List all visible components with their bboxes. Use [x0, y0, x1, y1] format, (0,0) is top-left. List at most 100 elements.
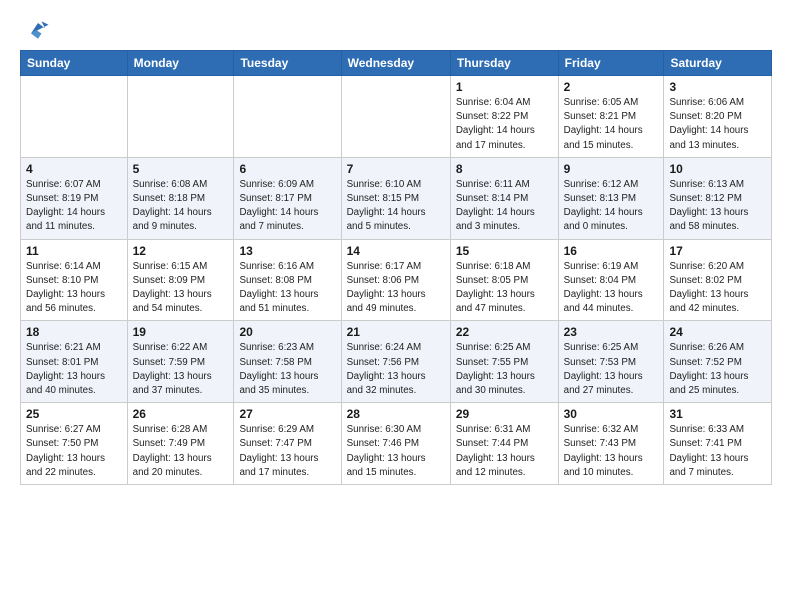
calendar-day-cell: 3Sunrise: 6:06 AM Sunset: 8:20 PM Daylig… — [664, 76, 772, 158]
day-number: 12 — [133, 244, 229, 258]
calendar-day-cell: 20 Sunrise: 6:23 AM Sunset: 7:58 PM Dayli… — [234, 321, 341, 403]
calendar-day-cell: 15 Sunrise: 6:18 AM Sunset: 8:05 PM Dayli… — [450, 239, 558, 321]
calendar-day-cell: 31 Sunrise: 6:33 AM Sunset: 7:41 PM Dayli… — [664, 403, 772, 485]
calendar-day-cell: 13Sunrise: 6:16 AM Sunset: 8:08 PM Dayli… — [234, 239, 341, 321]
day-info: Sunrise: 6:05 AM Sunset: 8:21 PM Dayligh… — [564, 96, 659, 153]
calendar-header-cell: Thursday — [450, 51, 558, 76]
calendar-week-row: 11 Sunrise: 6:14 AM Sunset: 8:10 PM Dayli… — [21, 239, 772, 321]
calendar-header-cell: Wednesday — [341, 51, 450, 76]
calendar-day-cell: 9Sunrise: 6:12 AM Sunset: 8:13 PM Daylig… — [558, 157, 664, 239]
day-info: Sunrise: 6:09 AM Sunset: 8:17 PM Dayligh… — [239, 178, 335, 235]
day-number: 19 — [133, 325, 229, 339]
day-number: 24 — [669, 325, 766, 339]
day-info: Sunrise: 6:15 AM Sunset: 8:09 PM Dayligh… — [133, 260, 229, 317]
day-info: Sunrise: 6:04 AM Sunset: 8:22 PM Dayligh… — [456, 96, 553, 153]
calendar-day-cell: 27 Sunrise: 6:29 AM Sunset: 7:47 PM Dayli… — [234, 403, 341, 485]
calendar-day-cell: 14Sunrise: 6:17 AM Sunset: 8:06 PM Dayli… — [341, 239, 450, 321]
calendar-day-cell: 2 Sunrise: 6:05 AM Sunset: 8:21 PM Daylig… — [558, 76, 664, 158]
day-info: Sunrise: 6:08 AM Sunset: 8:18 PM Dayligh… — [133, 178, 229, 235]
calendar-day-cell: 22 Sunrise: 6:25 AM Sunset: 7:55 PM Dayli… — [450, 321, 558, 403]
day-number: 11 — [26, 244, 122, 258]
day-number: 28 — [347, 407, 445, 421]
day-info: Sunrise: 6:30 AM Sunset: 7:46 PM Dayligh… — [347, 423, 445, 480]
calendar-day-cell: 10 Sunrise: 6:13 AM Sunset: 8:12 PM Dayli… — [664, 157, 772, 239]
day-number: 1 — [456, 80, 553, 94]
day-number: 21 — [347, 325, 445, 339]
day-info: Sunrise: 6:31 AM Sunset: 7:44 PM Dayligh… — [456, 423, 553, 480]
calendar-day-cell: 12 Sunrise: 6:15 AM Sunset: 8:09 PM Dayli… — [127, 239, 234, 321]
calendar-day-cell: 30Sunrise: 6:32 AM Sunset: 7:43 PM Dayli… — [558, 403, 664, 485]
calendar-day-cell: 8Sunrise: 6:11 AM Sunset: 8:14 PM Daylig… — [450, 157, 558, 239]
day-info: Sunrise: 6:24 AM Sunset: 7:56 PM Dayligh… — [347, 341, 445, 398]
day-info: Sunrise: 6:11 AM Sunset: 8:14 PM Dayligh… — [456, 178, 553, 235]
calendar-day-cell: 6 Sunrise: 6:09 AM Sunset: 8:17 PM Daylig… — [234, 157, 341, 239]
day-info: Sunrise: 6:23 AM Sunset: 7:58 PM Dayligh… — [239, 341, 335, 398]
day-number: 6 — [239, 162, 335, 176]
calendar-week-row: 18 Sunrise: 6:21 AM Sunset: 8:01 PM Dayli… — [21, 321, 772, 403]
day-number: 7 — [347, 162, 445, 176]
logo — [20, 16, 52, 44]
calendar-day-cell: 18 Sunrise: 6:21 AM Sunset: 8:01 PM Dayli… — [21, 321, 128, 403]
day-number: 17 — [669, 244, 766, 258]
calendar-day-cell: 24 Sunrise: 6:26 AM Sunset: 7:52 PM Dayli… — [664, 321, 772, 403]
logo-icon — [24, 16, 52, 44]
day-number: 9 — [564, 162, 659, 176]
calendar-day-cell: 21 Sunrise: 6:24 AM Sunset: 7:56 PM Dayli… — [341, 321, 450, 403]
day-number: 5 — [133, 162, 229, 176]
calendar-day-cell: 29 Sunrise: 6:31 AM Sunset: 7:44 PM Dayli… — [450, 403, 558, 485]
day-number: 10 — [669, 162, 766, 176]
day-info: Sunrise: 6:07 AM Sunset: 8:19 PM Dayligh… — [26, 178, 122, 235]
day-info: Sunrise: 6:17 AM Sunset: 8:06 PM Dayligh… — [347, 260, 445, 317]
day-info: Sunrise: 6:19 AM Sunset: 8:04 PM Dayligh… — [564, 260, 659, 317]
calendar-day-cell: 1 Sunrise: 6:04 AM Sunset: 8:22 PM Daylig… — [450, 76, 558, 158]
calendar-day-cell: 19 Sunrise: 6:22 AM Sunset: 7:59 PM Dayli… — [127, 321, 234, 403]
day-info: Sunrise: 6:13 AM Sunset: 8:12 PM Dayligh… — [669, 178, 766, 235]
day-number: 2 — [564, 80, 659, 94]
day-info: Sunrise: 6:18 AM Sunset: 8:05 PM Dayligh… — [456, 260, 553, 317]
day-info: Sunrise: 6:25 AM Sunset: 7:53 PM Dayligh… — [564, 341, 659, 398]
calendar-day-cell — [21, 76, 128, 158]
day-info: Sunrise: 6:21 AM Sunset: 8:01 PM Dayligh… — [26, 341, 122, 398]
day-number: 27 — [239, 407, 335, 421]
calendar-day-cell: 5 Sunrise: 6:08 AM Sunset: 8:18 PM Daylig… — [127, 157, 234, 239]
calendar-header-cell: Sunday — [21, 51, 128, 76]
day-number: 22 — [456, 325, 553, 339]
calendar-week-row: 25 Sunrise: 6:27 AM Sunset: 7:50 PM Dayli… — [21, 403, 772, 485]
day-number: 30 — [564, 407, 659, 421]
day-info: Sunrise: 6:25 AM Sunset: 7:55 PM Dayligh… — [456, 341, 553, 398]
day-number: 15 — [456, 244, 553, 258]
calendar-day-cell: 11 Sunrise: 6:14 AM Sunset: 8:10 PM Dayli… — [21, 239, 128, 321]
calendar-day-cell: 17 Sunrise: 6:20 AM Sunset: 8:02 PM Dayli… — [664, 239, 772, 321]
calendar-day-cell: 26Sunrise: 6:28 AM Sunset: 7:49 PM Dayli… — [127, 403, 234, 485]
calendar-week-row: 4Sunrise: 6:07 AM Sunset: 8:19 PM Daylig… — [21, 157, 772, 239]
calendar-header-cell: Friday — [558, 51, 664, 76]
calendar-day-cell: 7Sunrise: 6:10 AM Sunset: 8:15 PM Daylig… — [341, 157, 450, 239]
day-info: Sunrise: 6:20 AM Sunset: 8:02 PM Dayligh… — [669, 260, 766, 317]
day-info: Sunrise: 6:33 AM Sunset: 7:41 PM Dayligh… — [669, 423, 766, 480]
day-info: Sunrise: 6:27 AM Sunset: 7:50 PM Dayligh… — [26, 423, 122, 480]
calendar-header-cell: Monday — [127, 51, 234, 76]
day-info: Sunrise: 6:14 AM Sunset: 8:10 PM Dayligh… — [26, 260, 122, 317]
day-number: 25 — [26, 407, 122, 421]
day-info: Sunrise: 6:29 AM Sunset: 7:47 PM Dayligh… — [239, 423, 335, 480]
day-number: 29 — [456, 407, 553, 421]
day-info: Sunrise: 6:22 AM Sunset: 7:59 PM Dayligh… — [133, 341, 229, 398]
day-info: Sunrise: 6:06 AM Sunset: 8:20 PM Dayligh… — [669, 96, 766, 153]
day-number: 20 — [239, 325, 335, 339]
calendar-table: SundayMondayTuesdayWednesdayThursdayFrid… — [20, 50, 772, 485]
calendar-header-row: SundayMondayTuesdayWednesdayThursdayFrid… — [21, 51, 772, 76]
calendar-day-cell — [341, 76, 450, 158]
header — [20, 16, 772, 44]
calendar-day-cell: 28 Sunrise: 6:30 AM Sunset: 7:46 PM Dayli… — [341, 403, 450, 485]
day-info: Sunrise: 6:26 AM Sunset: 7:52 PM Dayligh… — [669, 341, 766, 398]
calendar-day-cell — [127, 76, 234, 158]
day-number: 18 — [26, 325, 122, 339]
day-number: 23 — [564, 325, 659, 339]
day-number: 13 — [239, 244, 335, 258]
calendar-day-cell: 4Sunrise: 6:07 AM Sunset: 8:19 PM Daylig… — [21, 157, 128, 239]
calendar-day-cell: 16Sunrise: 6:19 AM Sunset: 8:04 PM Dayli… — [558, 239, 664, 321]
day-number: 31 — [669, 407, 766, 421]
calendar-day-cell: 23 Sunrise: 6:25 AM Sunset: 7:53 PM Dayli… — [558, 321, 664, 403]
calendar-day-cell: 25 Sunrise: 6:27 AM Sunset: 7:50 PM Dayli… — [21, 403, 128, 485]
day-info: Sunrise: 6:28 AM Sunset: 7:49 PM Dayligh… — [133, 423, 229, 480]
